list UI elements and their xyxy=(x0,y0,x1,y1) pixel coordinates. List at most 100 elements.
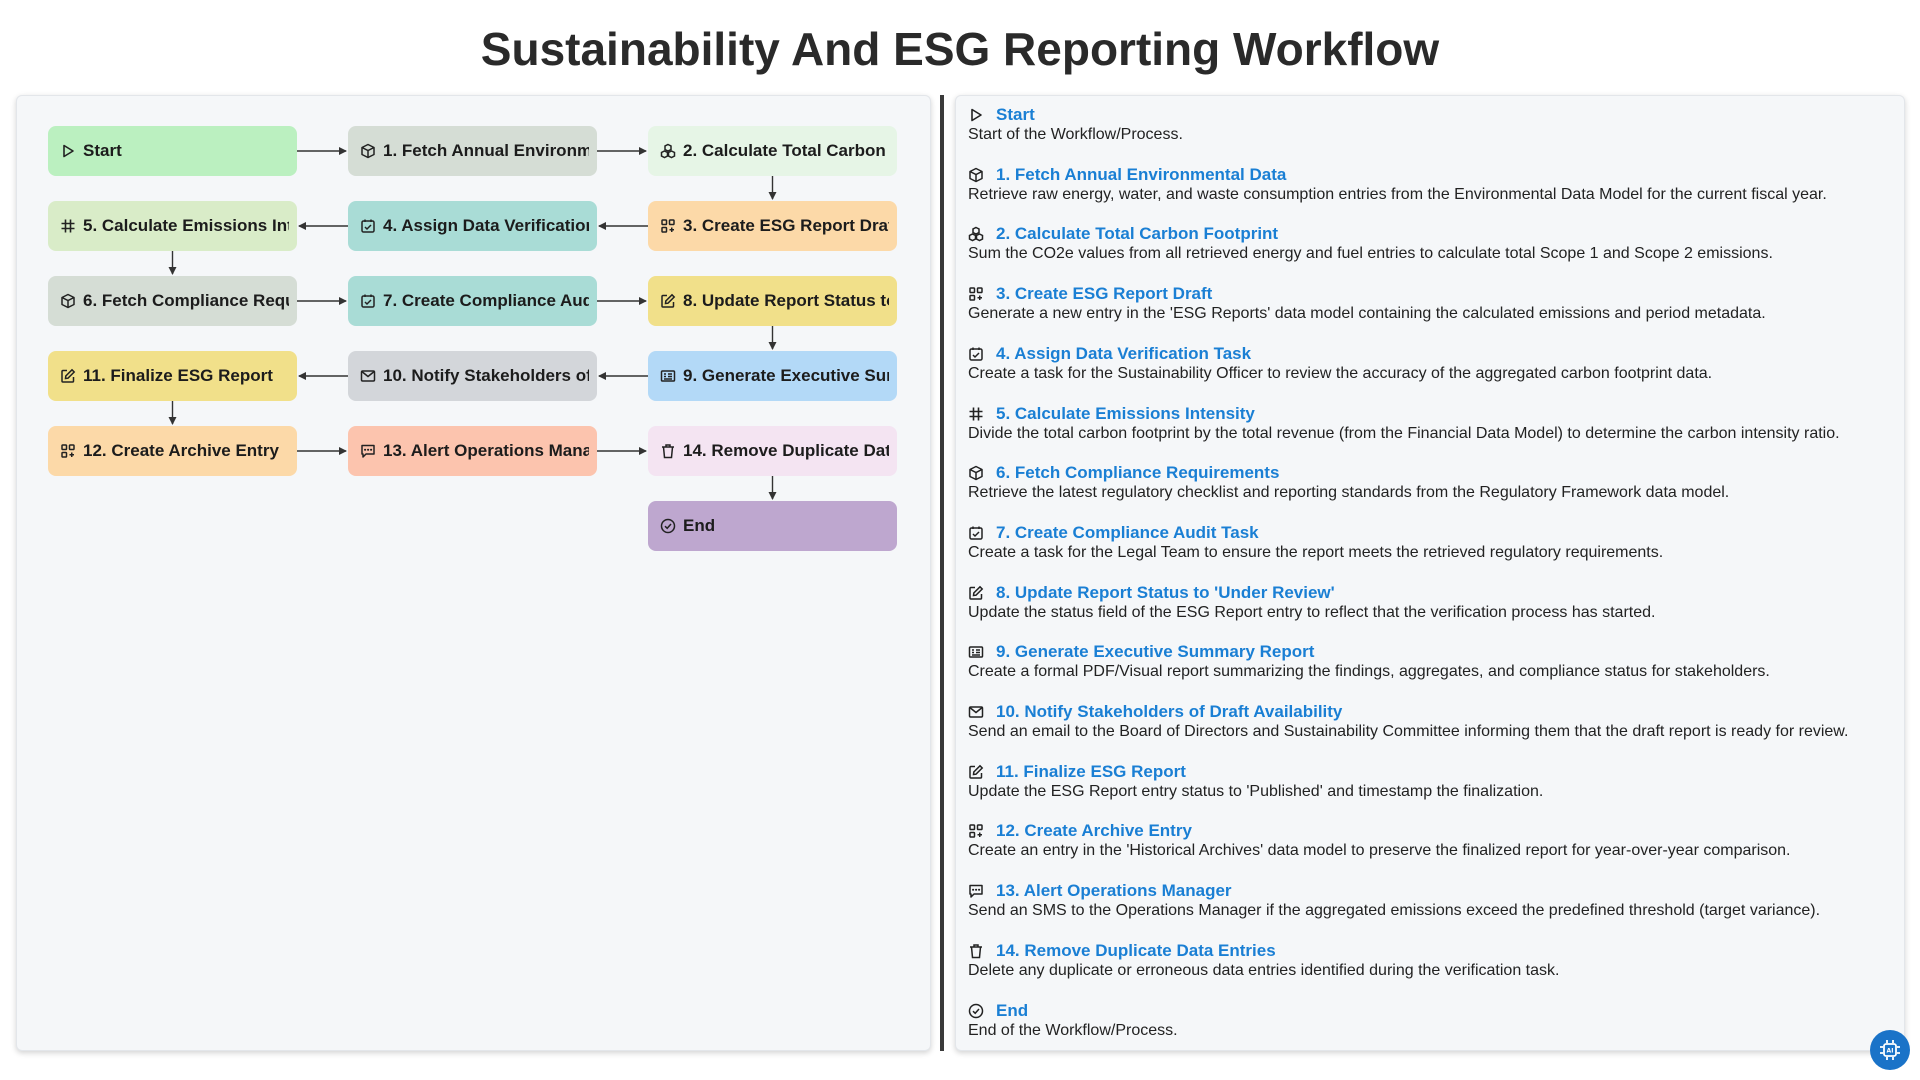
step-description: Retrieve the latest regulatory checklist… xyxy=(968,484,1730,502)
step-description: Create an entry in the 'Historical Archi… xyxy=(968,842,1791,860)
step-description: Create a task for the Legal Team to ensu… xyxy=(968,543,1664,561)
hash-icon xyxy=(968,406,984,422)
node-label: 12. Create Archive Entry xyxy=(83,441,279,460)
step-title-link[interactable]: 11. Finalize ESG Report xyxy=(996,762,1186,782)
step-item: 5. Calculate Emissions Intensity Divide t… xyxy=(968,404,1888,443)
step-header: 1. Fetch Annual Environmental Data xyxy=(968,165,1888,185)
step-title-link[interactable]: 13. Alert Operations Manager xyxy=(996,881,1232,901)
ai-assistant-button[interactable]: AI xyxy=(1870,1030,1910,1070)
node-label: 7. Create Compliance Audit Task xyxy=(383,291,589,310)
step-item: 8. Update Report Status to 'Under Review… xyxy=(968,583,1888,622)
node-label: 10. Notify Stakeholders of Draft Availab… xyxy=(383,366,589,385)
node-label: 2. Calculate Total Carbon Footprint xyxy=(683,141,889,160)
step-title-link[interactable]: 4. Assign Data Verification Task xyxy=(996,344,1251,364)
node-label: 11. Finalize ESG Report xyxy=(83,366,273,385)
checkbox-icon xyxy=(360,293,376,309)
chip-icon: AI xyxy=(1880,1040,1900,1060)
trash-icon xyxy=(968,943,984,959)
node-11-finalize-esg-report[interactable]: 11. Finalize ESG Report xyxy=(48,351,297,401)
node-12-create-archive-entry[interactable]: 12. Create Archive Entry xyxy=(48,426,297,476)
node-9-generate-executive-summary-report[interactable]: 9. Generate Executive Summary Report xyxy=(648,351,897,401)
checkbox-icon xyxy=(968,346,984,362)
step-title-link[interactable]: 12. Create Archive Entry xyxy=(996,821,1192,841)
step-title-link[interactable]: 9. Generate Executive Summary Report xyxy=(996,642,1314,662)
node-13-alert-operations-manager[interactable]: 13. Alert Operations Manager xyxy=(348,426,597,476)
node-label: 13. Alert Operations Manager xyxy=(383,441,589,460)
check-circle-icon xyxy=(968,1003,984,1019)
step-item: 9. Generate Executive Summary Report Crea… xyxy=(968,642,1888,681)
node-end[interactable]: End xyxy=(648,501,897,551)
step-description: Divide the total carbon footprint by the… xyxy=(968,424,1840,442)
node-label: 5. Calculate Emissions Intensity xyxy=(83,216,289,235)
report-icon xyxy=(968,644,984,660)
step-description: Delete any duplicate or erroneous data e… xyxy=(968,961,1560,979)
node-label: 9. Generate Executive Summary Report xyxy=(683,366,889,385)
node-3-create-esg-report-draft[interactable]: 3. Create ESG Report Draft xyxy=(648,201,897,251)
step-header: 2. Calculate Total Carbon Footprint xyxy=(968,224,1888,244)
step-description: Start of the Workflow/Process. xyxy=(968,126,1183,143)
edit-icon xyxy=(60,368,76,384)
report-icon xyxy=(660,368,676,384)
step-item: Start Start of the Workflow/Process. xyxy=(968,105,1888,144)
node-6-fetch-compliance-requirements[interactable]: 6. Fetch Compliance Requirements xyxy=(48,276,297,326)
step-header: 10. Notify Stakeholders of Draft Availab… xyxy=(968,702,1888,722)
step-description: Create a task for the Sustainability Off… xyxy=(968,364,1713,382)
node-14-remove-duplicate-data-entries[interactable]: 14. Remove Duplicate Data Entries xyxy=(648,426,897,476)
step-title-link[interactable]: End xyxy=(996,1001,1028,1021)
step-title-link[interactable]: 5. Calculate Emissions Intensity xyxy=(996,404,1255,424)
step-header: End xyxy=(968,1001,1888,1021)
step-header: 3. Create ESG Report Draft xyxy=(968,284,1888,304)
step-title-link[interactable]: 2. Calculate Total Carbon Footprint xyxy=(996,224,1278,244)
step-item: 7. Create Compliance Audit Task Create a … xyxy=(968,523,1888,562)
node-7-create-compliance-audit-task[interactable]: 7. Create Compliance Audit Task xyxy=(348,276,597,326)
node-label: End xyxy=(683,516,716,535)
step-description: Retrieve raw energy, water, and waste co… xyxy=(968,185,1827,203)
panel-divider[interactable] xyxy=(940,95,944,1051)
step-title-link[interactable]: 6. Fetch Compliance Requirements xyxy=(996,463,1279,483)
step-item: 11. Finalize ESG Report Update the ESG Re… xyxy=(968,762,1888,801)
grid-plus-icon xyxy=(60,443,76,459)
step-description: Update the status field of the ESG Repor… xyxy=(968,603,1656,621)
step-item: 14. Remove Duplicate Data Entries Delete … xyxy=(968,941,1888,980)
page-title: Sustainability And ESG Reporting Workflo… xyxy=(480,23,1440,75)
cluster-icon xyxy=(660,143,676,159)
step-title-link[interactable]: 7. Create Compliance Audit Task xyxy=(996,523,1259,543)
step-description: End of the Workflow/Process. xyxy=(968,1021,1178,1039)
edit-icon xyxy=(660,293,676,309)
node-label: 4. Assign Data Verification Task xyxy=(383,216,589,235)
step-description: Generate a new entry in the 'ESG Reports… xyxy=(968,305,1766,323)
node-label: Start xyxy=(83,141,122,160)
node-start[interactable]: Start xyxy=(48,126,297,176)
step-title-link[interactable]: 1. Fetch Annual Environmental Data xyxy=(996,165,1286,185)
step-title-link[interactable]: 10. Notify Stakeholders of Draft Availab… xyxy=(996,702,1342,722)
node-label: 8. Update Report Status to 'Under Review… xyxy=(683,291,889,310)
node-2-calculate-total-carbon-footprint[interactable]: 2. Calculate Total Carbon Footprint xyxy=(648,126,897,176)
step-title-link[interactable]: 8. Update Report Status to 'Under Review… xyxy=(996,583,1335,603)
node-4-assign-data-verification-task[interactable]: 4. Assign Data Verification Task xyxy=(348,201,597,251)
edit-icon xyxy=(968,764,984,780)
step-header: 13. Alert Operations Manager xyxy=(968,881,1888,901)
cube-icon xyxy=(968,167,984,183)
play-icon xyxy=(60,143,76,159)
node-8-update-report-status-to-under-review[interactable]: 8. Update Report Status to 'Under Review… xyxy=(648,276,897,326)
step-item: End End of the Workflow/Process. xyxy=(968,1001,1888,1040)
step-description: Create a formal PDF/Visual report summar… xyxy=(968,663,1770,681)
step-item: 1. Fetch Annual Environmental Data Retrie… xyxy=(968,165,1888,204)
step-header: 4. Assign Data Verification Task xyxy=(968,344,1888,364)
step-header: 5. Calculate Emissions Intensity xyxy=(968,404,1888,424)
node-1-fetch-annual-environmental-data[interactable]: 1. Fetch Annual Environmental Data xyxy=(348,126,597,176)
step-title-link[interactable]: 3. Create ESG Report Draft xyxy=(996,284,1212,304)
node-10-notify-stakeholders-of-draft-availability[interactable]: 10. Notify Stakeholders of Draft Availab… xyxy=(348,351,597,401)
cube-icon xyxy=(360,143,376,159)
cube-icon xyxy=(968,465,984,481)
step-header: 9. Generate Executive Summary Report xyxy=(968,642,1888,662)
cluster-icon xyxy=(968,226,984,242)
node-5-calculate-emissions-intensity[interactable]: 5. Calculate Emissions Intensity xyxy=(48,201,297,251)
message-icon xyxy=(968,883,984,899)
step-header: 7. Create Compliance Audit Task xyxy=(968,523,1888,543)
step-description: Update the ESG Report entry status to 'P… xyxy=(968,782,1544,800)
node-label: 14. Remove Duplicate Data Entries xyxy=(683,441,889,460)
grid-plus-icon xyxy=(968,286,984,302)
step-title-link[interactable]: Start xyxy=(996,105,1035,125)
step-title-link[interactable]: 14. Remove Duplicate Data Entries xyxy=(996,941,1276,961)
